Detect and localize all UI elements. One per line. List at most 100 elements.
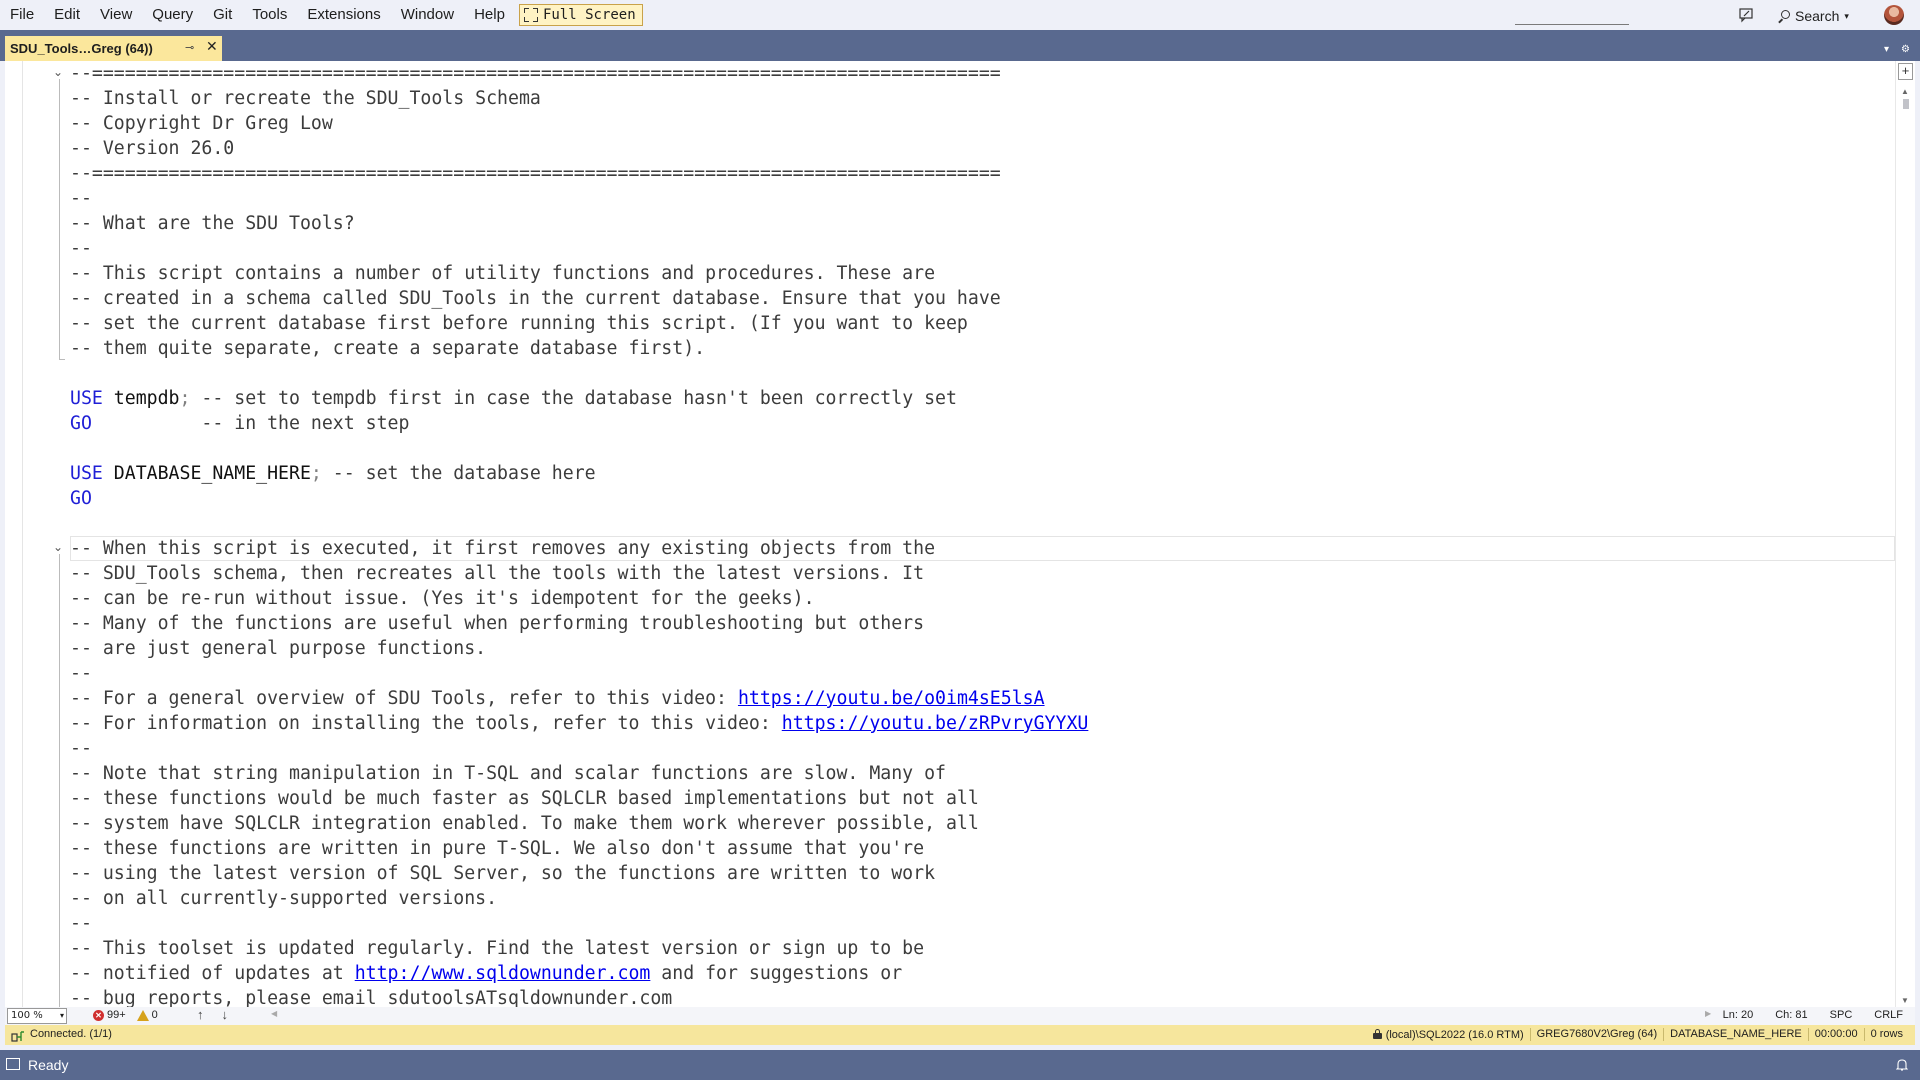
zoom-dropdown[interactable]: 100 % ▾ — [7, 1008, 67, 1024]
code-line[interactable]: -- — [70, 236, 1890, 261]
search-label: Search — [1795, 8, 1840, 24]
warning-count: 0 — [151, 1009, 158, 1021]
collapse-region-icon[interactable]: ⌄ — [53, 540, 63, 554]
search-button[interactable]: Search ▾ — [1778, 5, 1849, 27]
title-underline — [1515, 24, 1629, 25]
code-line[interactable]: -- What are the SDU Tools? — [70, 211, 1890, 236]
code-line[interactable]: -- Install or recreate the SDU_Tools Sch… — [70, 86, 1890, 111]
code-line[interactable]: -- This toolset is updated regularly. Fi… — [70, 936, 1890, 961]
code-token: -- system have SQLCLR integration enable… — [70, 813, 979, 834]
code-token: -- these functions are written in pure T… — [70, 838, 925, 859]
code-line[interactable]: -- This script contains a number of util… — [70, 261, 1890, 286]
code-hyperlink[interactable]: http://www.sqldownunder.com — [355, 963, 651, 984]
menu-window[interactable]: Window — [391, 0, 464, 30]
code-line[interactable]: -- these functions are written in pure T… — [70, 836, 1890, 861]
menu-view[interactable]: View — [90, 0, 142, 30]
code-line[interactable]: -- When this script is executed, it firs… — [70, 536, 1890, 561]
code-line[interactable]: -- created in a schema called SDU_Tools … — [70, 286, 1890, 311]
vertical-scrollbar[interactable]: + ▲ ▼ — [1895, 61, 1915, 1007]
scrollbar-thumb[interactable] — [1903, 99, 1909, 109]
code-token: ; — [310, 463, 322, 484]
scroll-down-icon[interactable]: ▼ — [1901, 996, 1909, 1005]
code-line[interactable]: -- Many of the functions are useful when… — [70, 611, 1890, 636]
code-line[interactable]: USE tempdb; -- set to tempdb first in ca… — [70, 386, 1890, 411]
feedback-icon[interactable] — [1738, 7, 1754, 23]
code-line[interactable]: GO — [70, 486, 1890, 511]
search-icon — [1778, 10, 1790, 23]
code-editor[interactable]: ⌄ ⌄ --==================================… — [5, 61, 1915, 1009]
whitespace-mode[interactable]: SPC — [1830, 1009, 1853, 1021]
code-line[interactable]: -- notified of updates at http://www.sql… — [70, 961, 1890, 986]
avatar[interactable] — [1884, 5, 1904, 25]
code-line[interactable]: --======================================… — [70, 161, 1890, 186]
code-text[interactable]: --======================================… — [70, 61, 1890, 1011]
code-token: -- This toolset is updated regularly. Fi… — [70, 938, 925, 959]
code-line[interactable]: -- — [70, 186, 1890, 211]
tab-list-dropdown-icon[interactable]: ▾ — [1884, 44, 1889, 55]
code-line[interactable]: -- are just general purpose functions. — [70, 636, 1890, 661]
code-line[interactable] — [70, 361, 1890, 386]
code-line[interactable]: -- can be re-run without issue. (Yes it'… — [70, 586, 1890, 611]
code-line[interactable]: -- system have SQLCLR integration enable… — [70, 811, 1890, 836]
gear-icon[interactable]: ⚙ — [1901, 44, 1910, 55]
close-icon[interactable]: ✕ — [206, 38, 218, 55]
full-screen-button[interactable]: Full Screen — [518, 4, 643, 26]
notification-bell-icon[interactable] — [1896, 1058, 1908, 1071]
issue-navigation: ↑ ↓ — [197, 1007, 228, 1022]
pin-icon[interactable]: ⊸ — [185, 41, 194, 54]
code-line[interactable]: -- using the latest version of SQL Serve… — [70, 861, 1890, 886]
code-line[interactable]: -- Version 26.0 — [70, 136, 1890, 161]
full-screen-icon — [523, 8, 538, 22]
code-line[interactable]: -- — [70, 911, 1890, 936]
split-window-button[interactable]: + — [1898, 63, 1913, 80]
code-line[interactable]: -- — [70, 661, 1890, 686]
code-line[interactable] — [70, 511, 1890, 536]
code-line[interactable]: -- set the current database first before… — [70, 311, 1890, 336]
code-line[interactable]: -- these functions would be much faster … — [70, 786, 1890, 811]
line-number[interactable]: Ln: 20 — [1723, 1009, 1754, 1021]
code-token: GO — [70, 488, 92, 509]
issues-indicator[interactable]: ✕ 99+ 0 — [93, 1009, 158, 1021]
line-ending-mode[interactable]: CRLF — [1874, 1009, 1903, 1021]
menu-git[interactable]: Git — [203, 0, 242, 30]
database-name: DATABASE_NAME_HERE — [1663, 1028, 1808, 1041]
menu-file[interactable]: File — [0, 0, 44, 30]
menu-tools[interactable]: Tools — [242, 0, 297, 30]
code-line[interactable]: -- SDU_Tools schema, then recreates all … — [70, 561, 1890, 586]
code-line[interactable]: -- on all currently-supported versions. — [70, 886, 1890, 911]
code-token: -- bug reports, please email sdutoolsATs… — [70, 988, 673, 1009]
code-token: -- For a general overview of SDU Tools, … — [70, 688, 738, 709]
code-line[interactable]: --======================================… — [70, 61, 1890, 86]
previous-issue-arrow-icon[interactable]: ↑ — [197, 1007, 204, 1022]
code-line[interactable] — [70, 436, 1890, 461]
code-line[interactable]: GO -- in the next step — [70, 411, 1890, 436]
code-token: -- — [70, 663, 92, 684]
code-token: -- these functions would be much faster … — [70, 788, 979, 809]
code-token: -- set to tempdb first in case the datab… — [190, 388, 957, 409]
code-line[interactable]: USE DATABASE_NAME_HERE; -- set the datab… — [70, 461, 1890, 486]
menu-edit[interactable]: Edit — [44, 0, 90, 30]
tab-title: SDU_Tools…Greg (64)) — [10, 41, 153, 56]
scroll-left-icon[interactable]: ◀ — [271, 1009, 277, 1018]
code-line[interactable]: -- — [70, 736, 1890, 761]
menu-query[interactable]: Query — [142, 0, 203, 30]
code-line[interactable]: -- For a general overview of SDU Tools, … — [70, 686, 1890, 711]
lock-icon — [1372, 1029, 1382, 1039]
menu-help[interactable]: Help — [464, 0, 515, 30]
output-window-icon[interactable] — [6, 1058, 20, 1070]
code-line[interactable]: -- Note that string manipulation in T-SQ… — [70, 761, 1890, 786]
menu-extensions[interactable]: Extensions — [297, 0, 390, 30]
scroll-up-icon[interactable]: ▲ — [1901, 87, 1909, 96]
next-issue-arrow-icon[interactable]: ↓ — [222, 1007, 229, 1022]
code-line[interactable]: -- them quite separate, create a separat… — [70, 336, 1890, 361]
code-hyperlink[interactable]: https://youtu.be/zRPvryGYYXU — [782, 713, 1089, 734]
code-token: -- Install or recreate the SDU_Tools Sch… — [70, 88, 541, 109]
chevron-down-icon: ▾ — [59, 1011, 64, 1020]
code-token: --======================================… — [70, 163, 1001, 184]
code-hyperlink[interactable]: https://youtu.be/o0im4sE5lsA — [738, 688, 1045, 709]
code-line[interactable]: -- Copyright Dr Greg Low — [70, 111, 1890, 136]
column-number[interactable]: Ch: 81 — [1775, 1009, 1807, 1021]
collapse-region-icon[interactable]: ⌄ — [53, 65, 63, 79]
code-line[interactable]: -- For information on installing the too… — [70, 711, 1890, 736]
tab-query-editor[interactable]: SDU_Tools…Greg (64)) ⊸ ✕ — [5, 36, 222, 61]
